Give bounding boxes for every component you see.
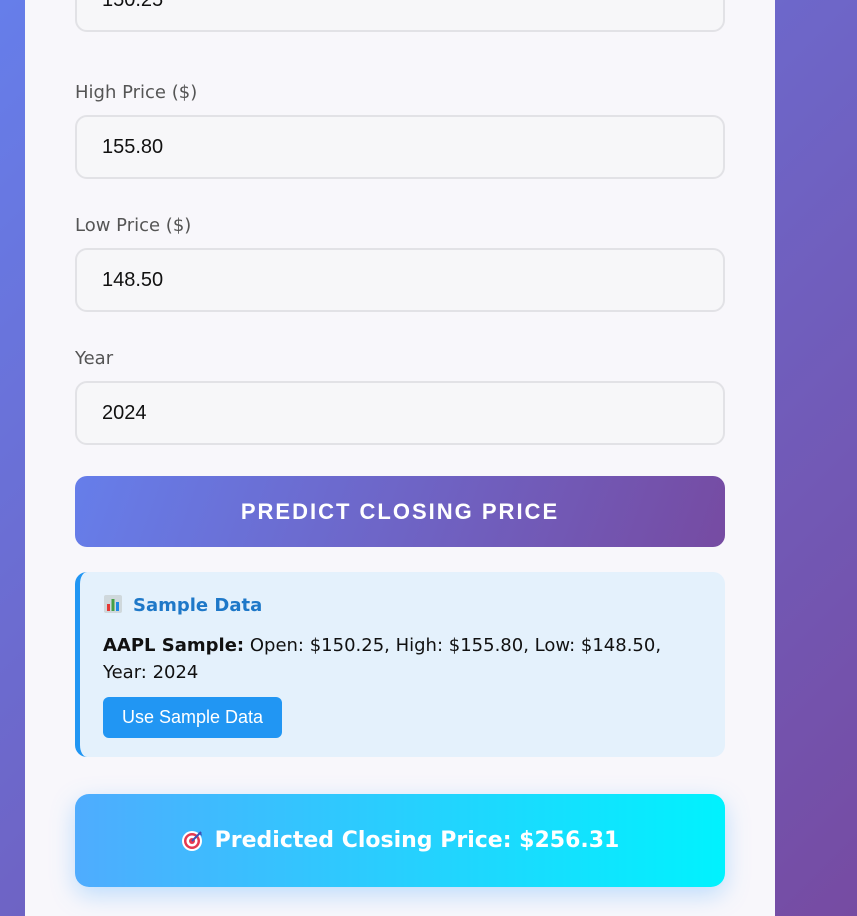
target-icon [181, 830, 202, 851]
year-input[interactable] [75, 381, 725, 445]
year-label: Year [75, 348, 114, 369]
sample-data-title-text: Sample Data [133, 595, 263, 616]
bar-chart-icon [104, 595, 122, 613]
high-price-input[interactable] [75, 115, 725, 179]
prediction-result: Predicted Closing Price: $256.31 [75, 794, 725, 887]
sample-ticker-label: AAPL Sample: [103, 635, 245, 656]
low-price-label: Low Price ($) [75, 215, 192, 236]
high-price-label: High Price ($) [75, 82, 198, 103]
prediction-card: High Price ($) Low Price ($) Year Predic… [25, 0, 775, 916]
predict-closing-price-button[interactable]: Predict Closing Price [75, 476, 725, 547]
sample-data-panel: Sample Data AAPL Sample: Open: $150.25, … [75, 572, 725, 757]
sample-data-description: AAPL Sample: Open: $150.25, High: $155.8… [103, 632, 693, 686]
use-sample-data-button[interactable]: Use Sample Data [103, 697, 282, 738]
predicted-price-text: Predicted Closing Price: $256.31 [214, 828, 620, 853]
sample-data-title: Sample Data [103, 594, 262, 616]
low-price-input[interactable] [75, 248, 725, 312]
open-price-input[interactable] [75, 0, 725, 32]
